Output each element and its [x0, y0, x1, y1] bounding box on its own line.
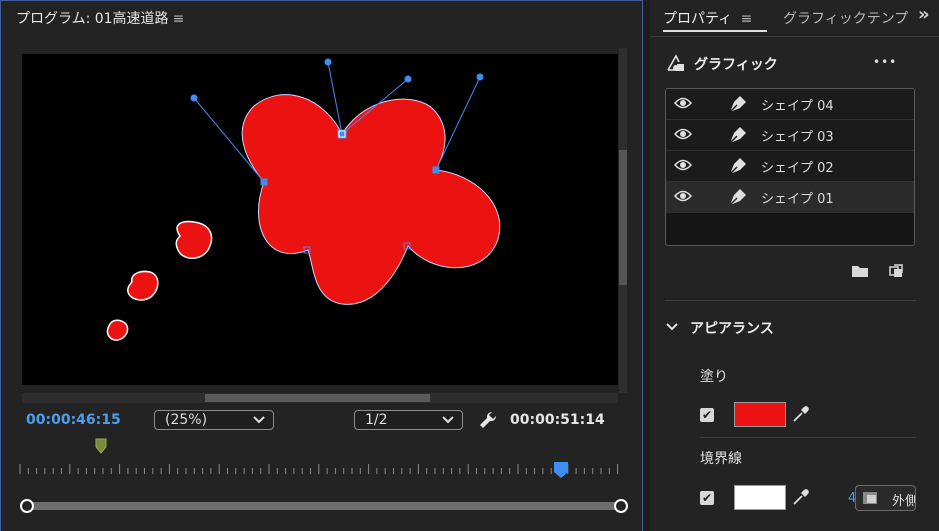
layer-label: シェイプ 01 — [761, 192, 834, 207]
fill-checkbox[interactable]: ✔ — [700, 408, 714, 422]
pen-icon — [728, 156, 748, 180]
stroke-checkbox[interactable]: ✔ — [700, 491, 714, 505]
graphic-icon — [665, 52, 687, 78]
layer-label: シェイプ 03 — [761, 130, 834, 145]
fill-divider — [700, 437, 916, 438]
section-divider — [665, 300, 916, 301]
layer-row-shape-01[interactable]: シェイプ 01 — [666, 182, 914, 213]
overflow-icon[interactable]: » — [918, 4, 930, 25]
eye-icon[interactable] — [673, 127, 693, 145]
canvas-graphics[interactable] — [22, 54, 618, 385]
stroke-label: 境界線 — [700, 451, 742, 467]
layer-label: シェイプ 02 — [761, 161, 834, 176]
appearance-section-title[interactable]: アピアランス — [690, 318, 774, 338]
chevron-down-icon — [442, 412, 454, 433]
stroke-color-swatch[interactable] — [734, 485, 786, 510]
range-start-handle[interactable] — [20, 499, 34, 513]
fill-label: 塗り — [700, 369, 728, 385]
small-blob-small — [106, 319, 129, 341]
stroke-type-dropdown[interactable]: 外側 — [855, 485, 916, 511]
tab-divider — [650, 36, 939, 37]
stroke-type-label: 外側 — [892, 494, 916, 509]
chevron-down-icon — [253, 412, 265, 433]
small-blob-medium — [127, 270, 159, 301]
pen-icon — [728, 125, 748, 149]
eye-icon[interactable] — [673, 158, 693, 176]
chevron-down-icon[interactable] — [665, 320, 679, 338]
graphic-section-title: グラフィック — [694, 57, 778, 73]
resolution-value: 1/2 — [365, 412, 388, 428]
layer-row-shape-03[interactable]: シェイプ 03 — [666, 120, 914, 151]
pen-icon — [728, 94, 748, 118]
active-tab-indicator — [663, 30, 767, 32]
resolution-dropdown[interactable]: 1/2 — [354, 410, 463, 430]
duration-timecode: 00:00:51:14 — [510, 412, 605, 428]
tab-graphic-templates[interactable]: グラフィックテンプ — [783, 8, 915, 28]
eye-icon[interactable] — [673, 189, 693, 207]
program-title-text: プログラム: 01高速道路 — [16, 11, 169, 27]
layer-row-shape-02[interactable]: シェイプ 02 — [666, 151, 914, 182]
current-timecode[interactable]: 00:00:46:15 — [26, 412, 121, 428]
eyedropper-icon[interactable] — [792, 405, 810, 427]
panel-menu-icon[interactable]: ≡ — [173, 11, 185, 27]
folder-icon[interactable] — [851, 264, 869, 282]
layer-row-shape-04[interactable]: シェイプ 04 — [666, 89, 914, 120]
tab-properties[interactable]: プロパティ ≡ — [663, 8, 752, 28]
playhead-icon[interactable] — [554, 462, 568, 484]
layer-list: シェイプ 04 シェイプ 03 シェイプ 02 シェイプ 01 — [665, 88, 915, 246]
new-layer-icon[interactable] — [888, 263, 904, 283]
program-panel-title[interactable]: プログラム: 01高速道路 ≡ — [16, 8, 184, 28]
fill-color-swatch[interactable] — [734, 402, 786, 427]
zoom-range-bar[interactable] — [25, 502, 621, 510]
eyedropper-icon[interactable] — [792, 488, 810, 510]
tab-properties-label: プロパティ — [663, 11, 733, 27]
range-end-handle[interactable] — [614, 499, 628, 513]
small-blob-large — [175, 220, 213, 259]
zoom-dropdown[interactable]: (25%) — [154, 410, 274, 430]
video-viewer[interactable] — [22, 54, 618, 385]
time-ruler[interactable] — [18, 460, 622, 480]
tab-graphic-templates-label: グラフィックテンプ — [783, 11, 909, 27]
layer-label: シェイプ 04 — [761, 99, 834, 114]
horizontal-scroll-thumb[interactable] — [205, 394, 430, 402]
eye-icon[interactable] — [673, 96, 693, 114]
stroke-outer-icon — [862, 491, 878, 509]
vertical-scroll-thumb[interactable] — [619, 150, 627, 285]
more-options-icon[interactable]: ••• — [873, 55, 897, 69]
wrench-icon[interactable] — [478, 410, 498, 434]
tab-menu-icon[interactable]: ≡ — [741, 11, 753, 27]
in-point-marker-icon[interactable] — [95, 438, 107, 458]
pen-icon — [728, 187, 748, 211]
zoom-value: (25%) — [165, 412, 208, 428]
main-shape — [241, 94, 501, 305]
